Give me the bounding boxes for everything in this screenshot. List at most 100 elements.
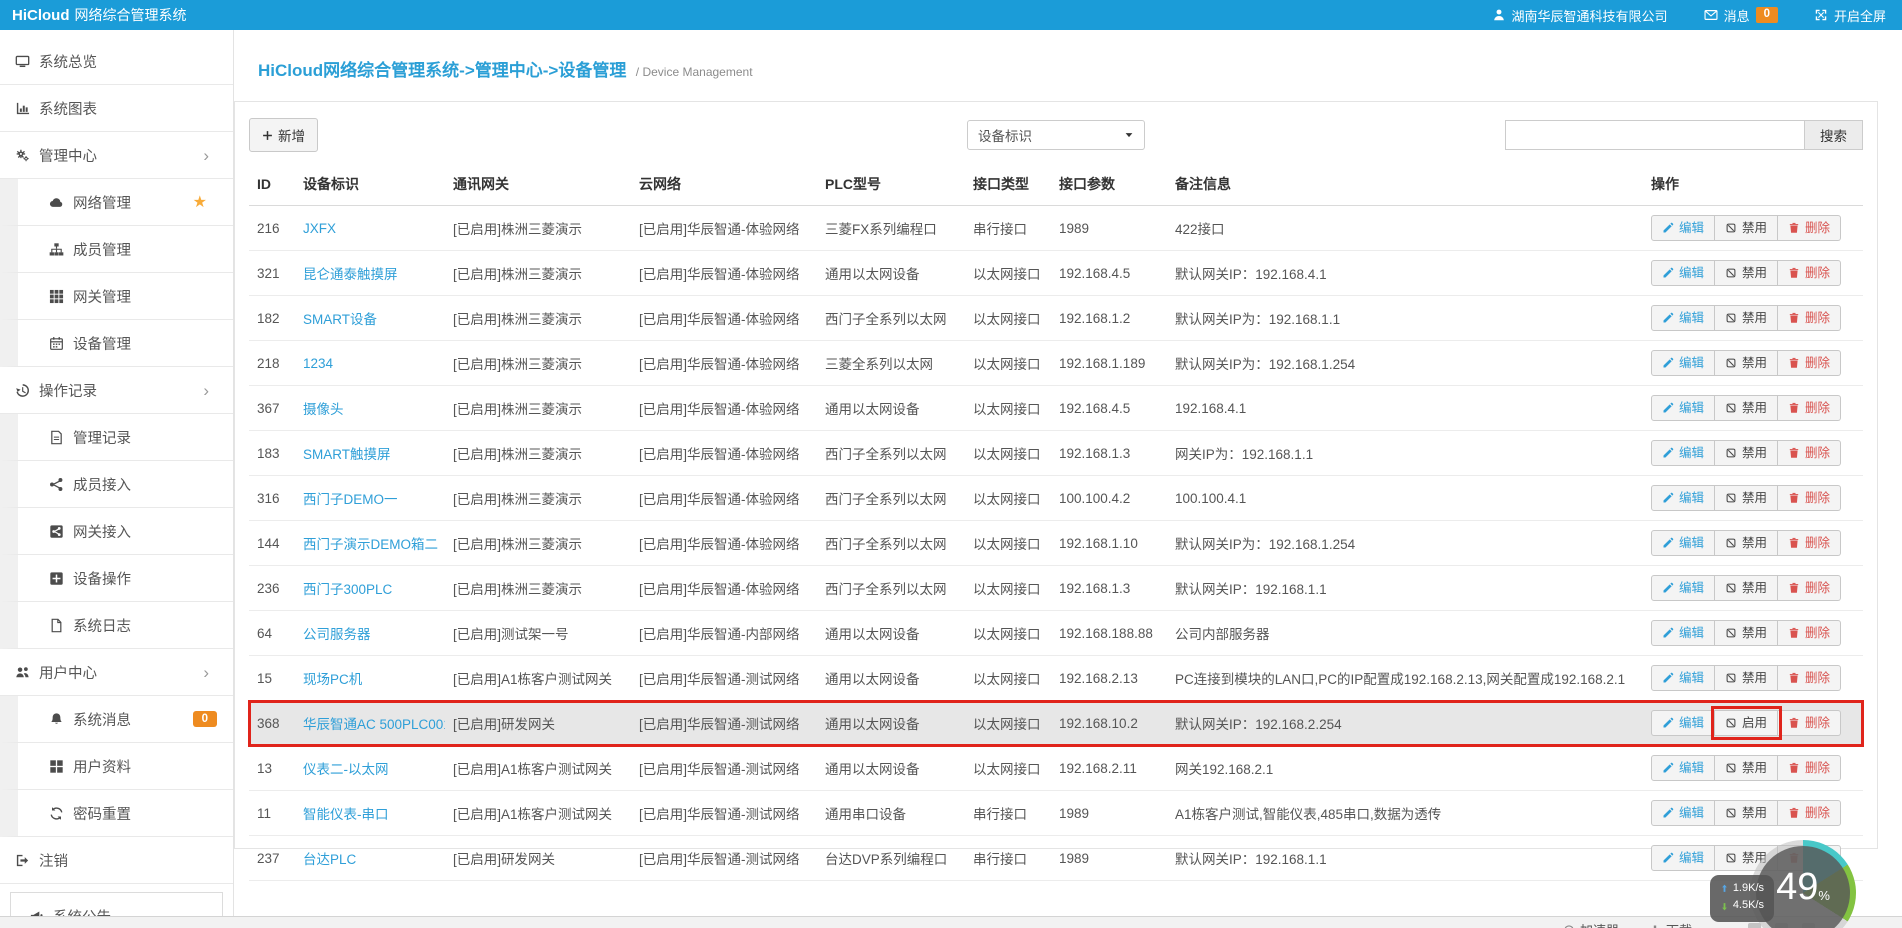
- sidebar-item-admin-records[interactable]: 管理记录: [0, 414, 233, 461]
- device-name-link[interactable]: SMART设备: [303, 312, 377, 327]
- edit-button[interactable]: 编辑: [1651, 709, 1716, 737]
- device-name-link[interactable]: 西门子300PLC: [303, 582, 392, 597]
- delete-button[interactable]: 删除: [1778, 709, 1842, 737]
- edit-button[interactable]: 编辑: [1651, 259, 1716, 287]
- edit-button[interactable]: 编辑: [1651, 664, 1716, 692]
- sidebar-item-label: 用户中心: [39, 665, 97, 682]
- add-device-button[interactable]: 新增: [249, 118, 318, 152]
- device-name-link[interactable]: 仪表二-以太网: [303, 762, 389, 777]
- device-name-link[interactable]: 智能仪表-串口: [303, 807, 389, 822]
- device-name-link[interactable]: 昆仑通泰触摸屏: [303, 267, 398, 282]
- edit-button[interactable]: 编辑: [1651, 799, 1716, 827]
- disable-button[interactable]: 禁用: [1715, 439, 1779, 467]
- edit-button[interactable]: 编辑: [1651, 349, 1716, 377]
- sidebar-item-system-messages[interactable]: 系统消息 0: [0, 696, 233, 743]
- sidebar-item-user-profile[interactable]: 用户资料: [0, 743, 233, 790]
- edit-button[interactable]: 编辑: [1651, 754, 1716, 782]
- browser-bottom-strip: 加速器 下载: [0, 916, 1902, 928]
- company-account-link[interactable]: 湖南华辰智通科技有限公司: [1492, 6, 1668, 25]
- sidebar-item-admin-center[interactable]: 管理中心 ›: [0, 132, 233, 179]
- filter-field-select[interactable]: 设备标识: [967, 120, 1145, 150]
- device-name-link[interactable]: 公司服务器: [303, 627, 371, 642]
- interface-param-cell: 1989: [1051, 835, 1167, 881]
- edit-button[interactable]: 编辑: [1651, 304, 1716, 332]
- disable-button[interactable]: 禁用: [1715, 664, 1779, 692]
- row-action-group: 编辑 禁用 删除: [1651, 304, 1842, 332]
- delete-button[interactable]: 删除: [1778, 529, 1842, 557]
- disable-button[interactable]: 禁用: [1715, 394, 1779, 422]
- table-row: 11 智能仪表-串口 [已启用]A1栋客户测试网关 [已启用]华辰智通-测试网络…: [249, 790, 1863, 836]
- sidebar-item-user-center[interactable]: 用户中心 ›: [0, 649, 233, 696]
- network-speed-widget[interactable]: 1.9K/s 4.5K/s 49 %: [1709, 840, 1856, 928]
- sidebar-item-device-operations[interactable]: 设备操作: [0, 555, 233, 602]
- enable-button[interactable]: 启用: [1711, 705, 1783, 741]
- gateway-cell: [已启用]A1栋客户测试网关: [445, 655, 631, 701]
- edit-button[interactable]: 编辑: [1651, 214, 1716, 242]
- delete-button[interactable]: 删除: [1778, 754, 1842, 782]
- plc-model-cell: 西门子全系列以太网: [817, 430, 965, 476]
- delete-button[interactable]: 删除: [1778, 439, 1842, 467]
- messages-link[interactable]: 消息 0: [1704, 6, 1778, 25]
- device-name-link[interactable]: JXFX: [303, 221, 336, 236]
- device-name-link[interactable]: 台达PLC: [303, 852, 356, 867]
- delete-button[interactable]: 删除: [1778, 349, 1842, 377]
- trash-icon: [1788, 672, 1800, 684]
- device-name-link[interactable]: 西门子演示DEMO箱二: [303, 537, 438, 552]
- edit-button[interactable]: 编辑: [1651, 844, 1716, 872]
- disable-button[interactable]: 禁用: [1715, 799, 1779, 827]
- edit-button[interactable]: 编辑: [1651, 529, 1716, 557]
- sidebar-item-device-mgmt[interactable]: 设备管理: [0, 320, 233, 367]
- delete-button[interactable]: 删除: [1778, 619, 1842, 647]
- sidebar-nav: 系统总览 系统图表 管理中心 › 网络管理 ★ 成员管理 网关管理 设备管理 操…: [0, 30, 234, 928]
- disable-button[interactable]: 禁用: [1715, 754, 1779, 782]
- delete-button[interactable]: 删除: [1778, 394, 1842, 422]
- delete-button[interactable]: 删除: [1778, 304, 1842, 332]
- device-name-link[interactable]: 现场PC机: [303, 672, 362, 687]
- disable-button[interactable]: 禁用: [1715, 529, 1779, 557]
- disable-button[interactable]: 禁用: [1715, 349, 1779, 377]
- edit-button[interactable]: 编辑: [1651, 394, 1716, 422]
- disable-button[interactable]: 禁用: [1715, 259, 1779, 287]
- edit-button[interactable]: 编辑: [1651, 484, 1716, 512]
- sidebar-item-member-access[interactable]: 成员接入: [0, 461, 233, 508]
- table-row: 216 JXFX [已启用]株洲三菱演示 [已启用]华辰智通-体验网络 三菱FX…: [249, 205, 1863, 251]
- sidebar-item-system-logs[interactable]: 系统日志: [0, 602, 233, 649]
- download-item[interactable]: 下载: [1649, 920, 1692, 928]
- device-name-link[interactable]: SMART触摸屏: [303, 447, 391, 462]
- sidebar-item-operation-records[interactable]: 操作记录 ›: [0, 367, 233, 414]
- device-name-link[interactable]: 摄像头: [303, 402, 344, 417]
- edit-button[interactable]: 编辑: [1651, 439, 1716, 467]
- sidebar-item-logout[interactable]: 注销: [0, 837, 233, 884]
- disable-button[interactable]: 禁用: [1715, 304, 1779, 332]
- disable-button[interactable]: 禁用: [1715, 619, 1779, 647]
- delete-button[interactable]: 删除: [1778, 799, 1842, 827]
- delete-button[interactable]: 删除: [1778, 664, 1842, 692]
- edit-button[interactable]: 编辑: [1651, 619, 1716, 647]
- device-name-link[interactable]: 1234: [303, 356, 333, 371]
- table-row: 316 西门子DEMO一 [已启用]株洲三菱演示 [已启用]华辰智通-体验网络 …: [249, 475, 1863, 521]
- sidebar-item-system-overview[interactable]: 系统总览: [0, 38, 233, 85]
- accelerator-item[interactable]: 加速器: [1563, 920, 1619, 928]
- search-button[interactable]: 搜索: [1805, 120, 1863, 150]
- sidebar-item-label: 用户资料: [73, 759, 131, 776]
- device-name-link[interactable]: 西门子DEMO一: [303, 492, 398, 507]
- delete-button[interactable]: 删除: [1778, 259, 1842, 287]
- sidebar-item-gateway-access[interactable]: 网关接入: [0, 508, 233, 555]
- interface-param-cell: 1989: [1051, 205, 1167, 251]
- fullscreen-toggle[interactable]: 开启全屏: [1814, 6, 1886, 25]
- edit-button[interactable]: 编辑: [1651, 574, 1716, 602]
- delete-button[interactable]: 删除: [1778, 214, 1842, 242]
- sidebar-item-system-charts[interactable]: 系统图表: [0, 85, 233, 132]
- disable-button[interactable]: 禁用: [1715, 214, 1779, 242]
- edit-icon: [1662, 762, 1674, 774]
- delete-button[interactable]: 删除: [1778, 574, 1842, 602]
- disable-button[interactable]: 禁用: [1715, 574, 1779, 602]
- sidebar-item-password-reset[interactable]: 密码重置: [0, 790, 233, 837]
- sidebar-item-gateway-mgmt[interactable]: 网关管理: [0, 273, 233, 320]
- device-name-link[interactable]: 华辰智通AC 500PLC001: [303, 717, 445, 732]
- search-input[interactable]: [1505, 120, 1805, 150]
- delete-button[interactable]: 删除: [1778, 484, 1842, 512]
- sidebar-item-network-mgmt[interactable]: 网络管理 ★: [0, 179, 233, 226]
- sidebar-item-member-mgmt[interactable]: 成员管理: [0, 226, 233, 273]
- disable-button[interactable]: 禁用: [1715, 484, 1779, 512]
